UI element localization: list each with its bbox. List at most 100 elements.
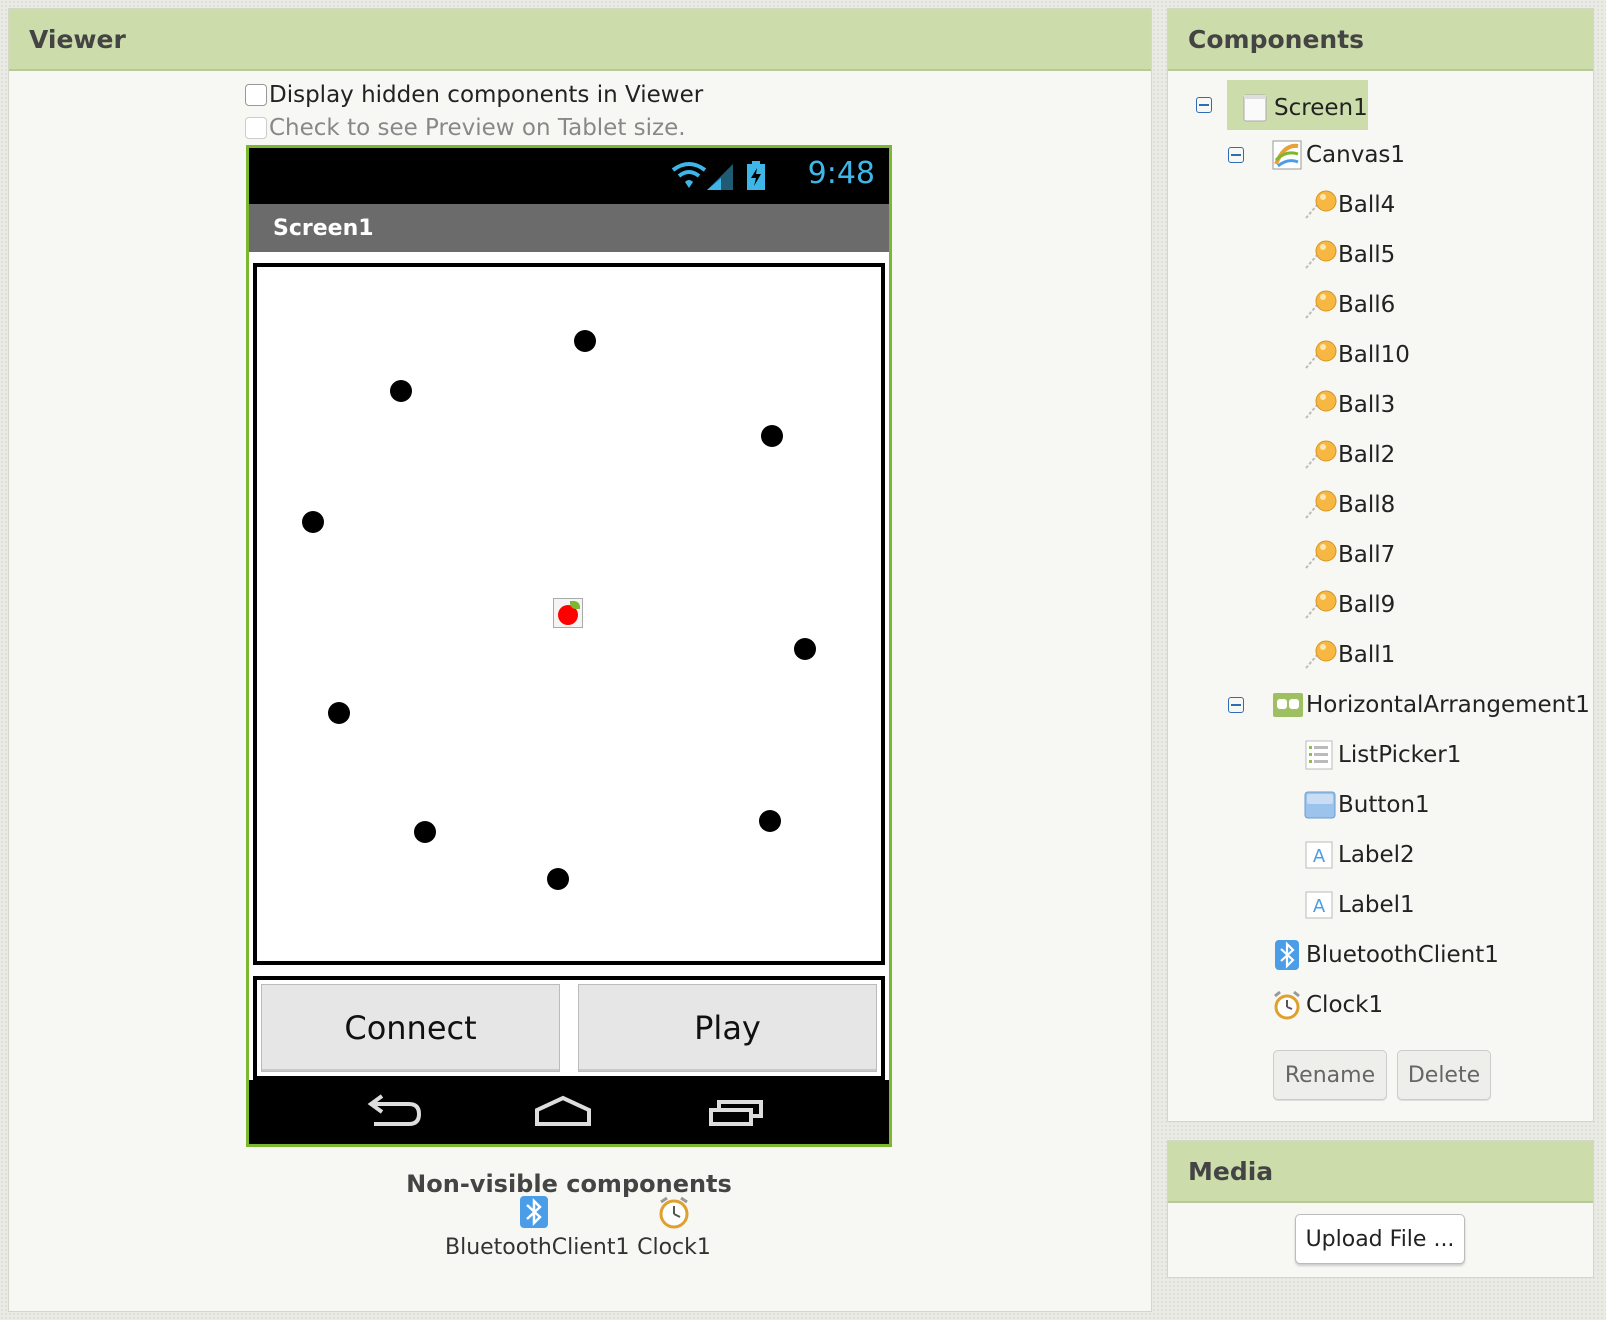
bluetooth-icon <box>520 1196 548 1228</box>
image-sprite[interactable] <box>553 598 583 628</box>
ball-sprite[interactable] <box>414 821 436 843</box>
tree-item-label: BluetoothClient1 <box>1306 942 1499 968</box>
label-icon: A <box>1304 890 1334 920</box>
ball-icon <box>1304 640 1337 670</box>
tree-item-label: Ball1 <box>1338 642 1396 668</box>
collapse-toggle-screen1[interactable] <box>1196 97 1212 113</box>
ball-icon <box>1304 390 1337 420</box>
app-title-bar: Screen1 <box>249 204 889 252</box>
tree-item-ball10[interactable]: Ball10 <box>1304 335 1410 375</box>
tree-item-ball5[interactable]: Ball5 <box>1304 235 1395 275</box>
collapse-toggle-canvas1[interactable] <box>1228 147 1244 163</box>
ball-icon <box>1304 590 1337 620</box>
back-icon <box>367 1094 422 1126</box>
svg-text:A: A <box>1313 896 1326 917</box>
tree-item-canvas1[interactable]: Canvas1 <box>1272 135 1405 175</box>
tree-item-label: Ball10 <box>1338 342 1410 368</box>
nav-icons <box>367 1094 763 1126</box>
nonvisible-title: Non-visible components <box>406 1170 732 1198</box>
button-icon <box>1304 790 1336 820</box>
recents-icon <box>709 1100 763 1126</box>
tree-item-label: Button1 <box>1338 792 1430 818</box>
tree-item-label2[interactable]: A Label2 <box>1304 835 1415 875</box>
screen-icon <box>1240 93 1270 123</box>
battery-icon <box>747 161 765 190</box>
horizontal-arrangement-icon <box>1272 690 1303 720</box>
display-hidden-checkbox[interactable] <box>245 84 267 106</box>
tree-item-label1[interactable]: A Label1 <box>1304 885 1415 925</box>
ball-sprite[interactable] <box>390 380 412 402</box>
ball-sprite[interactable] <box>302 511 324 533</box>
tree-item-label: Ball2 <box>1338 442 1396 468</box>
ball-icon <box>1304 440 1337 470</box>
tree-item-ball6[interactable]: Ball6 <box>1304 285 1395 325</box>
tree-item-ball2[interactable]: Ball2 <box>1304 435 1395 475</box>
tree-item-ball1[interactable]: Ball1 <box>1304 635 1395 675</box>
ball-sprite[interactable] <box>574 330 596 352</box>
nonvisible-clock-label: Clock1 <box>637 1235 711 1260</box>
ball-icon <box>1304 240 1337 270</box>
tree-item-label: Ball8 <box>1338 492 1396 518</box>
ball-sprite[interactable] <box>547 868 569 890</box>
nonvisible-clock[interactable]: Clock1 <box>632 1195 716 1260</box>
tree-item-label: Ball4 <box>1338 192 1396 218</box>
ball-sprite[interactable] <box>761 425 783 447</box>
tree-item-ball3[interactable]: Ball3 <box>1304 385 1395 425</box>
display-hidden-checkbox-row[interactable]: Display hidden components in Viewer <box>245 82 703 108</box>
viewer-header: Viewer <box>9 9 1151 71</box>
status-icons <box>671 161 765 190</box>
ball-sprite[interactable] <box>759 810 781 832</box>
phone-preview: 9:48 Screen1 Connect Play <box>246 145 892 1147</box>
tree-item-ball7[interactable]: Ball7 <box>1304 535 1395 575</box>
tablet-preview-checkbox-row: Check to see Preview on Tablet size. <box>245 115 686 141</box>
tree-item-bluetoothclient1[interactable]: BluetoothClient1 <box>1272 935 1499 975</box>
tree-item-button1[interactable]: Button1 <box>1304 785 1430 825</box>
canvas-area[interactable] <box>253 263 885 965</box>
rename-button[interactable]: Rename <box>1273 1050 1387 1100</box>
clock-icon <box>659 1196 689 1229</box>
tree-item-label: Canvas1 <box>1306 142 1406 168</box>
svg-text:A: A <box>1313 846 1326 867</box>
status-time: 9:48 <box>807 156 875 191</box>
tree-item-label: Clock1 <box>1306 992 1384 1018</box>
wifi-icon <box>671 162 707 188</box>
tablet-preview-label: Check to see Preview on Tablet size. <box>269 115 686 141</box>
ball-icon <box>1304 540 1337 570</box>
tablet-preview-checkbox <box>245 117 267 139</box>
tree-item-ball9[interactable]: Ball9 <box>1304 585 1395 625</box>
tree-item-label: Label2 <box>1338 842 1415 868</box>
ball-sprite[interactable] <box>328 702 350 724</box>
ball-icon <box>1304 340 1337 370</box>
clock-icon <box>1272 990 1302 1020</box>
home-icon <box>535 1095 591 1126</box>
tree-item-label: Ball6 <box>1338 292 1396 318</box>
tree-item-label: Ball3 <box>1338 392 1396 418</box>
components-header: Components <box>1168 9 1593 71</box>
label-icon: A <box>1304 840 1334 870</box>
play-button[interactable]: Play <box>578 984 877 1072</box>
tree-item-label: Ball5 <box>1338 242 1396 268</box>
navigation-bar <box>249 1080 889 1144</box>
tree-item-label: Ball9 <box>1338 592 1396 618</box>
media-header: Media <box>1168 1141 1593 1203</box>
tree-item-ball4[interactable]: Ball4 <box>1304 185 1395 225</box>
signal-icon <box>707 164 733 190</box>
horizontal-arrangement: Connect Play <box>253 976 885 1080</box>
collapse-toggle-horizontalarrangement1[interactable] <box>1228 697 1244 713</box>
tree-item-horizontalarrangement1[interactable]: HorizontalArrangement1 <box>1272 685 1590 725</box>
ball-sprite[interactable] <box>794 638 816 660</box>
nonvisible-bluetooth[interactable]: BluetoothClient1 <box>445 1195 630 1260</box>
tree-item-label: Label1 <box>1338 892 1415 918</box>
delete-button[interactable]: Delete <box>1397 1050 1491 1100</box>
ball-icon <box>1304 190 1337 220</box>
tree-item-label: Ball7 <box>1338 542 1396 568</box>
connect-button[interactable]: Connect <box>261 984 560 1072</box>
tree-item-screen1[interactable]: Screen1 <box>1240 88 1368 128</box>
tree-item-label: HorizontalArrangement1 <box>1306 692 1590 718</box>
tree-item-clock1[interactable]: Clock1 <box>1272 985 1383 1025</box>
upload-file-button[interactable]: Upload File ... <box>1295 1214 1465 1264</box>
ball-icon <box>1304 290 1337 320</box>
tree-item-listpicker1[interactable]: ListPicker1 <box>1304 735 1461 775</box>
tree-item-ball8[interactable]: Ball8 <box>1304 485 1395 525</box>
app-title: Screen1 <box>273 215 374 241</box>
